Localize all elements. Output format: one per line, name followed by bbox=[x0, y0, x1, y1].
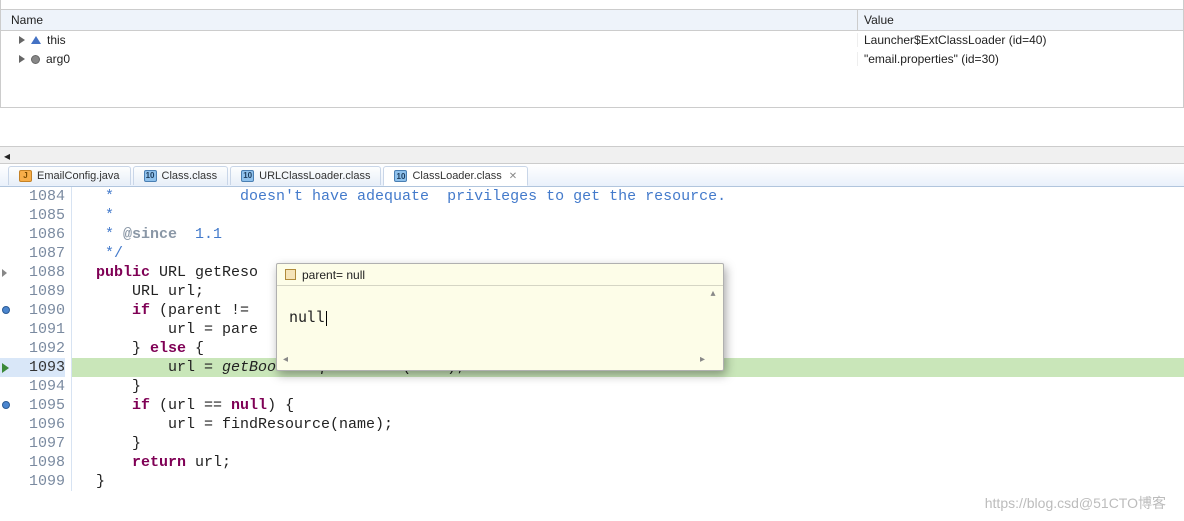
text-cursor bbox=[326, 311, 327, 326]
column-header-value[interactable]: Value bbox=[857, 10, 1183, 30]
popup-header: parent= null bbox=[277, 264, 723, 286]
editor-tab-urlclassloader[interactable]: 10 URLClassLoader.class bbox=[230, 166, 381, 185]
line-number[interactable]: 1095 bbox=[0, 396, 65, 415]
code-line[interactable]: * doesn't have adequate privileges to ge… bbox=[72, 187, 1184, 206]
debug-inspect-popup[interactable]: parent= null null ▴ ◂ ▸ bbox=[276, 263, 724, 371]
expand-icon[interactable] bbox=[19, 36, 25, 44]
line-number[interactable]: 1084 bbox=[0, 187, 65, 206]
line-number[interactable]: 1091 bbox=[0, 320, 65, 339]
tab-label: ClassLoader.class bbox=[412, 170, 501, 182]
variable-name: this bbox=[47, 33, 66, 47]
code-line[interactable]: if (url == null) { bbox=[72, 396, 1184, 415]
scroll-up-icon[interactable]: ▴ bbox=[707, 288, 719, 300]
class-file-icon: 10 bbox=[394, 170, 407, 182]
scroll-right-icon[interactable]: ▸ bbox=[700, 354, 705, 366]
line-number[interactable]: 1089 bbox=[0, 282, 65, 301]
panel-tabs bbox=[1, 0, 1183, 10]
code-line[interactable]: return url; bbox=[72, 453, 1184, 472]
line-number[interactable]: 1094 bbox=[0, 377, 65, 396]
class-file-icon: 10 bbox=[241, 170, 254, 182]
variable-row[interactable]: arg0 "email.properties" (id=30) bbox=[1, 50, 1183, 69]
popup-vscroll[interactable]: ▴ bbox=[707, 288, 721, 350]
popup-hscroll[interactable]: ◂ ▸ bbox=[283, 354, 705, 366]
this-icon bbox=[31, 36, 41, 44]
tab-label: Class.class bbox=[162, 170, 218, 182]
line-number[interactable]: 1085 bbox=[0, 206, 65, 225]
empty-row bbox=[1, 88, 1183, 107]
editor-tab-classloader[interactable]: 10 ClassLoader.class ✕ bbox=[383, 166, 528, 186]
field-icon bbox=[285, 269, 296, 280]
breakpoint-icon[interactable] bbox=[2, 401, 10, 409]
line-number[interactable]: 1087 bbox=[0, 244, 65, 263]
variables-panel: Name Value this Launcher$ExtClassLoader … bbox=[0, 0, 1184, 108]
line-number[interactable]: 1088 bbox=[0, 263, 65, 282]
execution-pointer-icon[interactable] bbox=[2, 363, 9, 373]
watermark-text: https://blog.csd@51CTO博客 bbox=[985, 493, 1166, 513]
expand-icon[interactable] bbox=[19, 55, 25, 63]
variable-value: "email.properties" (id=30) bbox=[857, 52, 1183, 66]
editor-tab-bar: J EmailConfig.java 10 Class.class 10 URL… bbox=[0, 164, 1184, 187]
close-tab-icon[interactable]: ✕ bbox=[509, 171, 517, 182]
java-file-icon: J bbox=[19, 170, 32, 182]
line-number[interactable]: 1096 bbox=[0, 415, 65, 434]
code-line[interactable]: } bbox=[72, 434, 1184, 453]
code-line[interactable]: url = findResource(name); bbox=[72, 415, 1184, 434]
tab-label: URLClassLoader.class bbox=[259, 170, 370, 182]
line-number[interactable]: 1098 bbox=[0, 453, 65, 472]
popup-body[interactable]: null bbox=[277, 286, 723, 332]
column-header-name[interactable]: Name bbox=[1, 10, 857, 30]
variable-row[interactable]: this Launcher$ExtClassLoader (id=40) bbox=[1, 31, 1183, 50]
class-file-icon: 10 bbox=[144, 170, 157, 182]
empty-row bbox=[1, 69, 1183, 88]
horizontal-scrollbar[interactable]: ◂ bbox=[0, 146, 1184, 164]
line-number[interactable]: 1093 bbox=[0, 358, 65, 377]
fold-icon[interactable] bbox=[2, 269, 7, 277]
scroll-left-icon[interactable]: ◂ bbox=[283, 354, 288, 366]
popup-title: parent= null bbox=[302, 268, 365, 282]
variables-header: Name Value bbox=[1, 10, 1183, 31]
variables-body: this Launcher$ExtClassLoader (id=40) arg… bbox=[1, 31, 1183, 107]
variable-name: arg0 bbox=[46, 52, 70, 66]
breakpoint-icon[interactable] bbox=[2, 306, 10, 314]
code-line[interactable]: * @since 1.1 bbox=[72, 225, 1184, 244]
editor-tab-class[interactable]: 10 Class.class bbox=[133, 166, 229, 185]
line-number[interactable]: 1099 bbox=[0, 472, 65, 491]
code-line[interactable]: * bbox=[72, 206, 1184, 225]
editor-tab-emailconfig[interactable]: J EmailConfig.java bbox=[8, 166, 131, 185]
code-line[interactable]: */ bbox=[72, 244, 1184, 263]
variable-value: Launcher$ExtClassLoader (id=40) bbox=[857, 33, 1183, 47]
code-line[interactable]: } bbox=[72, 377, 1184, 396]
line-number[interactable]: 1097 bbox=[0, 434, 65, 453]
line-number[interactable]: 1092 bbox=[0, 339, 65, 358]
line-number-gutter: 1084108510861087108810891090109110921093… bbox=[0, 187, 72, 491]
param-icon bbox=[31, 55, 40, 64]
scroll-left-icon[interactable]: ◂ bbox=[4, 149, 16, 161]
tab-label: EmailConfig.java bbox=[37, 170, 120, 182]
line-number[interactable]: 1086 bbox=[0, 225, 65, 244]
popup-value: null bbox=[289, 308, 325, 326]
line-number[interactable]: 1090 bbox=[0, 301, 65, 320]
code-line[interactable]: } bbox=[72, 472, 1184, 491]
